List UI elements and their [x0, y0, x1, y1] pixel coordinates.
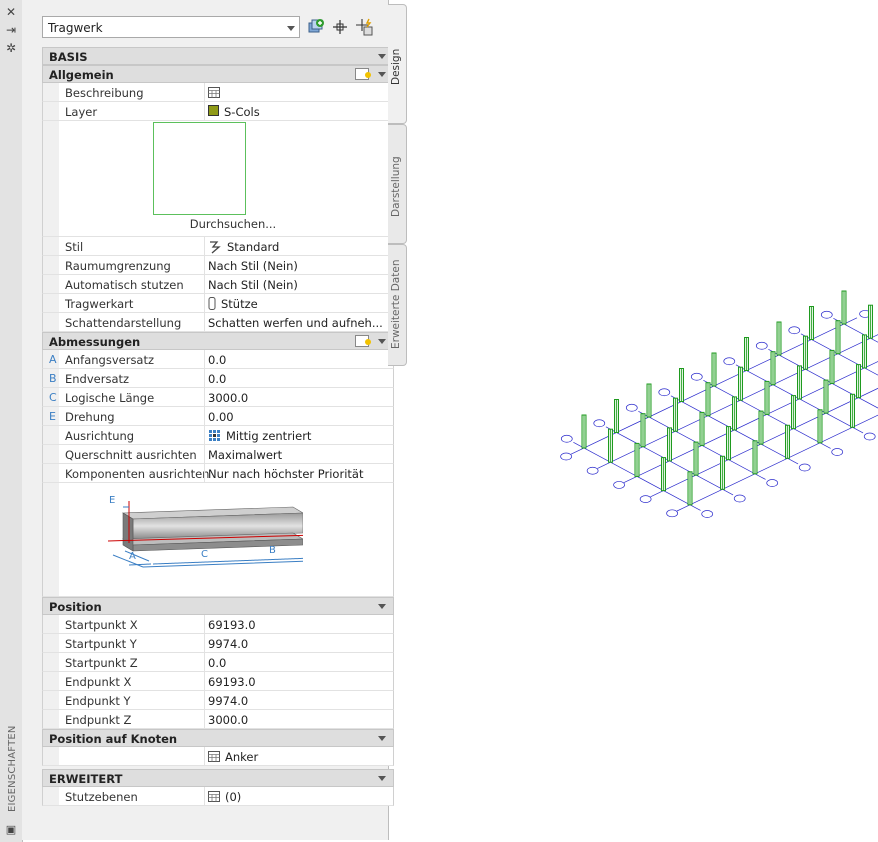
prop-endpunkt-x[interactable]: Endpunkt X 69193.0 — [42, 672, 394, 691]
side-tabs: Design Darstellung Erweiterte Daten — [388, 0, 408, 842]
palette-title: EIGENSCHAFTEN — [7, 725, 18, 812]
close-icon[interactable]: ✕ — [3, 4, 19, 20]
grid-bubble — [831, 448, 844, 456]
style-tip-icon[interactable] — [355, 335, 371, 347]
grid-bubble — [798, 463, 811, 472]
grid-bubble — [625, 403, 638, 412]
drawing-viewport[interactable] — [408, 0, 878, 842]
quick-select-icon[interactable] — [355, 18, 373, 36]
grid-bubble — [613, 481, 625, 489]
settings-icon[interactable]: ✲ — [3, 40, 19, 56]
palette-strip: ✕ ⇥ ✲ EIGENSCHAFTEN ▣ — [0, 0, 23, 842]
tab-darstellung[interactable]: Darstellung — [388, 124, 407, 244]
grid-bubble — [788, 326, 801, 335]
object-type-dropdown[interactable]: Tragwerk — [42, 16, 300, 38]
grid-bubble — [766, 479, 779, 487]
diagram-label-b: B — [269, 545, 276, 556]
grid-bubble — [701, 510, 714, 518]
grid-bubble — [593, 419, 606, 428]
style-tip-icon[interactable] — [355, 68, 371, 80]
prop-anfangsversatz[interactable]: A Anfangsversatz 0.0 — [42, 350, 394, 369]
prop-beschreibung[interactable]: Beschreibung — [42, 83, 394, 102]
prop-drehung[interactable]: E Drehung 0.00 — [42, 407, 394, 426]
justify-grid-icon — [209, 430, 220, 441]
browse-link[interactable]: Durchsuchen... — [43, 217, 393, 231]
grid-bubble — [690, 372, 703, 381]
tab-design[interactable]: Design — [388, 4, 407, 124]
prop-endversatz[interactable]: B Endversatz 0.0 — [42, 369, 394, 388]
diagram-label-e: E — [109, 495, 115, 506]
tab-erweiterte-daten[interactable]: Erweiterte Daten — [388, 244, 407, 366]
prop-endpunkt-y[interactable]: Endpunkt Y 9974.0 — [42, 691, 394, 710]
grid-bubble — [639, 495, 652, 503]
auto-hide-icon[interactable]: ⇥ — [3, 22, 19, 38]
prop-anker[interactable]: Anker — [42, 747, 394, 766]
section-allgemein[interactable]: Allgemein — [42, 65, 394, 83]
section-position-knoten[interactable]: Position auf Knoten — [42, 729, 394, 747]
prop-komponenten[interactable]: Komponenten ausrichten Nur nach höchster … — [42, 464, 394, 483]
prop-startpunkt-z[interactable]: Startpunkt Z 0.0 — [42, 653, 394, 672]
properties-panel: Tragwerk BASIS Allgemein Beschreibung La… — [22, 0, 394, 840]
chevron-down-icon — [378, 604, 386, 609]
grid-bubble — [723, 357, 736, 366]
layer-color-swatch — [208, 105, 219, 116]
prop-layer[interactable]: Layer S-Cols — [42, 102, 394, 121]
diagram-label-c: C — [201, 549, 208, 560]
table-icon[interactable] — [208, 791, 220, 802]
column-icon — [208, 297, 216, 310]
chevron-down-icon — [378, 54, 386, 59]
chevron-down-icon — [378, 339, 386, 344]
grid-bubble — [733, 494, 746, 503]
chevron-down-icon — [287, 26, 295, 31]
grid-bubble — [586, 466, 599, 475]
table-icon[interactable] — [208, 751, 220, 762]
prop-startpunkt-y[interactable]: Startpunkt Y 9974.0 — [42, 634, 394, 653]
pick-object-icon[interactable] — [331, 18, 349, 36]
object-type-value: Tragwerk — [48, 21, 103, 35]
chevron-down-icon — [378, 72, 386, 77]
grid-line — [650, 387, 878, 498]
add-selection-icon[interactable] — [307, 18, 325, 36]
grid-bubble — [820, 310, 833, 319]
prop-stil[interactable]: Stil Standard — [42, 237, 394, 256]
property-grid: BASIS Allgemein Beschreibung Layer S-Col… — [42, 47, 394, 806]
prop-startpunkt-x[interactable]: Startpunkt X 69193.0 — [42, 615, 394, 634]
chevron-down-icon — [378, 776, 386, 781]
section-abmessungen[interactable]: Abmessungen — [42, 332, 394, 350]
grid-line — [768, 349, 878, 409]
preview-image — [153, 122, 246, 215]
grid-bubble — [755, 341, 768, 350]
table-icon[interactable] — [208, 87, 220, 98]
palette-menu-icon[interactable]: ▣ — [3, 822, 19, 838]
member-diagram: E A C B — [107, 495, 303, 568]
chevron-down-icon — [378, 736, 386, 741]
prop-raumumgrenzung[interactable]: Raumumgrenzung Nach Stil (Nein) — [42, 256, 394, 275]
prop-auto-stutzen[interactable]: Automatisch stutzen Nach Stil (Nein) — [42, 275, 394, 294]
grid-bubble — [560, 452, 572, 461]
section-erweitert[interactable]: ERWEITERT — [42, 769, 394, 787]
prop-endpunkt-z[interactable]: Endpunkt Z 3000.0 — [42, 710, 394, 729]
prop-schatten[interactable]: Schattendarstellung Schatten werfen und a… — [42, 313, 394, 332]
section-position[interactable]: Position — [42, 597, 394, 615]
prop-stutzebenen[interactable]: Stutzebenen (0) — [42, 787, 394, 806]
diagram-label-a: A — [129, 551, 136, 562]
dimension-diagram: E A C B — [42, 483, 394, 597]
section-basis[interactable]: BASIS — [42, 47, 394, 65]
prop-logische-laenge[interactable]: C Logische Länge 3000.0 — [42, 388, 394, 407]
style-preview: Durchsuchen... — [42, 121, 394, 237]
grid-bubble — [666, 509, 678, 518]
prop-tragwerkart[interactable]: Tragwerkart Stütze — [42, 294, 394, 313]
prop-ausrichtung[interactable]: Ausrichtung Mittig zentriert — [42, 426, 394, 445]
style-icon — [210, 241, 221, 254]
prop-querschnitt[interactable]: Querschnitt ausrichten Maximalwert — [42, 445, 394, 464]
grid-bubble — [658, 388, 671, 397]
grid-bubble — [560, 434, 573, 443]
grid-bubble — [863, 432, 876, 441]
